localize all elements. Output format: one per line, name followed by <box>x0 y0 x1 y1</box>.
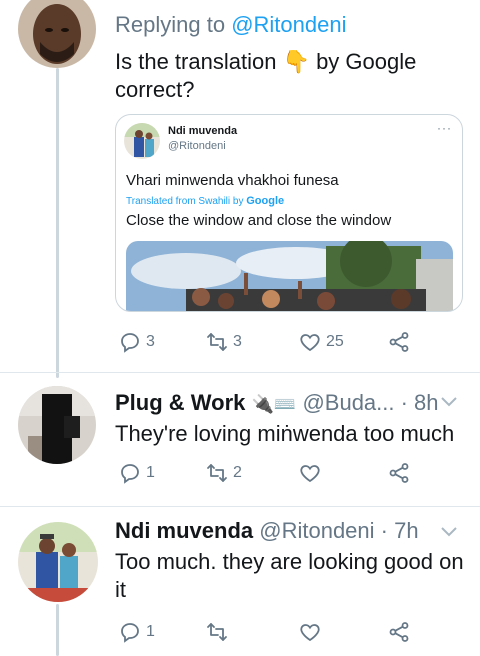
avatar[interactable] <box>18 386 96 464</box>
tweet-text-line2: it <box>115 577 126 602</box>
reply-button[interactable]: 1 <box>118 458 155 488</box>
translated-text: Close the window and close the window <box>126 212 392 229</box>
like-icon <box>300 624 320 642</box>
more-icon[interactable]: ··· <box>437 121 452 135</box>
retweet-button[interactable] <box>205 617 233 647</box>
retweet-button[interactable]: 2 <box>205 458 242 488</box>
avatar[interactable] <box>18 522 98 602</box>
tweet-text-line2: correct? <box>115 77 195 102</box>
translated-from-label: Translated from Swahili by Google <box>126 195 284 207</box>
quoted-tweet-card[interactable]: Ndi muvenda @Ritondeni ··· Vhari minwend… <box>115 114 463 312</box>
handle-and-time: @Buda... · 8h <box>296 390 439 415</box>
plug-keyboard-emoji: 🔌⌨️ <box>251 394 297 414</box>
reply-icon <box>121 464 139 484</box>
reply-count: 1 <box>146 464 155 481</box>
display-name[interactable]: Ndi muvenda <box>115 518 253 543</box>
quoted-text: Vhari minwenda vhakhoi funesa <box>126 172 339 189</box>
chevron-down-icon[interactable] <box>440 525 458 539</box>
quoted-display-name: Ndi muvenda <box>168 125 238 137</box>
reply-button[interactable]: 3 <box>118 327 155 357</box>
share-icon <box>389 463 409 483</box>
tweet-text: They're loving miṅwenda too much <box>115 421 455 446</box>
handle-and-time: @Ritondeni · 7h <box>253 518 419 543</box>
like-count: 25 <box>326 333 344 350</box>
tweet-text: Too much. they are looking good on it <box>115 548 475 604</box>
text-part: Is the translation <box>115 49 283 74</box>
retweet-count: 3 <box>233 333 242 350</box>
retweet-icon <box>207 623 227 641</box>
translated-prefix: Translated from Swahili by <box>126 196 247 207</box>
display-name[interactable]: Plug & Work <box>115 390 245 415</box>
replying-handle-link[interactable]: @Ritondeni <box>231 12 346 37</box>
thread-line-top <box>56 68 59 378</box>
reply-count: 3 <box>146 333 155 350</box>
share-icon <box>389 332 409 352</box>
retweet-count: 2 <box>233 464 242 481</box>
retweet-icon <box>207 464 227 482</box>
tweet-text-line1: Too much. they are looking good on <box>115 549 464 574</box>
reply-button[interactable]: 1 <box>118 617 155 647</box>
google-logo: Google <box>246 195 285 207</box>
reply-icon <box>121 623 139 643</box>
text-part: by Google <box>309 49 417 74</box>
replying-to: Replying to @Ritondeni <box>115 12 346 38</box>
tweet-header: Plug & Work 🔌⌨️ @Buda... · 8h <box>115 390 439 416</box>
tweet-actions: 1 2 <box>115 458 415 488</box>
reply-icon <box>121 333 139 353</box>
share-button[interactable] <box>387 617 411 647</box>
share-button[interactable] <box>387 327 411 357</box>
point-down-emoji: 👇 <box>282 49 310 74</box>
like-icon <box>300 334 320 352</box>
replying-prefix: Replying to <box>115 12 232 37</box>
tweet-text: Is the translation 👇 by Google correct? <box>115 48 455 104</box>
thread-line-bottom <box>56 604 59 656</box>
share-button[interactable] <box>387 458 411 488</box>
retweet-button[interactable]: 3 <box>205 327 242 357</box>
like-button[interactable] <box>298 617 326 647</box>
quoted-avatar <box>124 123 160 159</box>
tweet-header: Ndi muvenda @Ritondeni · 7h <box>115 518 419 544</box>
avatar[interactable] <box>18 0 96 68</box>
chevron-down-icon[interactable] <box>440 395 458 409</box>
divider <box>0 372 480 373</box>
like-icon <box>300 465 320 483</box>
retweet-icon <box>207 333 227 351</box>
like-button[interactable] <box>298 458 326 488</box>
tweet-actions: 3 3 25 <box>115 327 415 357</box>
reply-count: 1 <box>146 623 155 640</box>
tweet-text-line1: Is the translation 👇 by Google <box>115 48 455 76</box>
share-icon <box>389 622 409 642</box>
like-button[interactable]: 25 <box>298 327 344 357</box>
tweet-actions: 1 <box>115 617 415 647</box>
quoted-media-image[interactable] <box>126 241 453 311</box>
divider <box>0 506 480 507</box>
quoted-handle: @Ritondeni <box>168 140 226 152</box>
